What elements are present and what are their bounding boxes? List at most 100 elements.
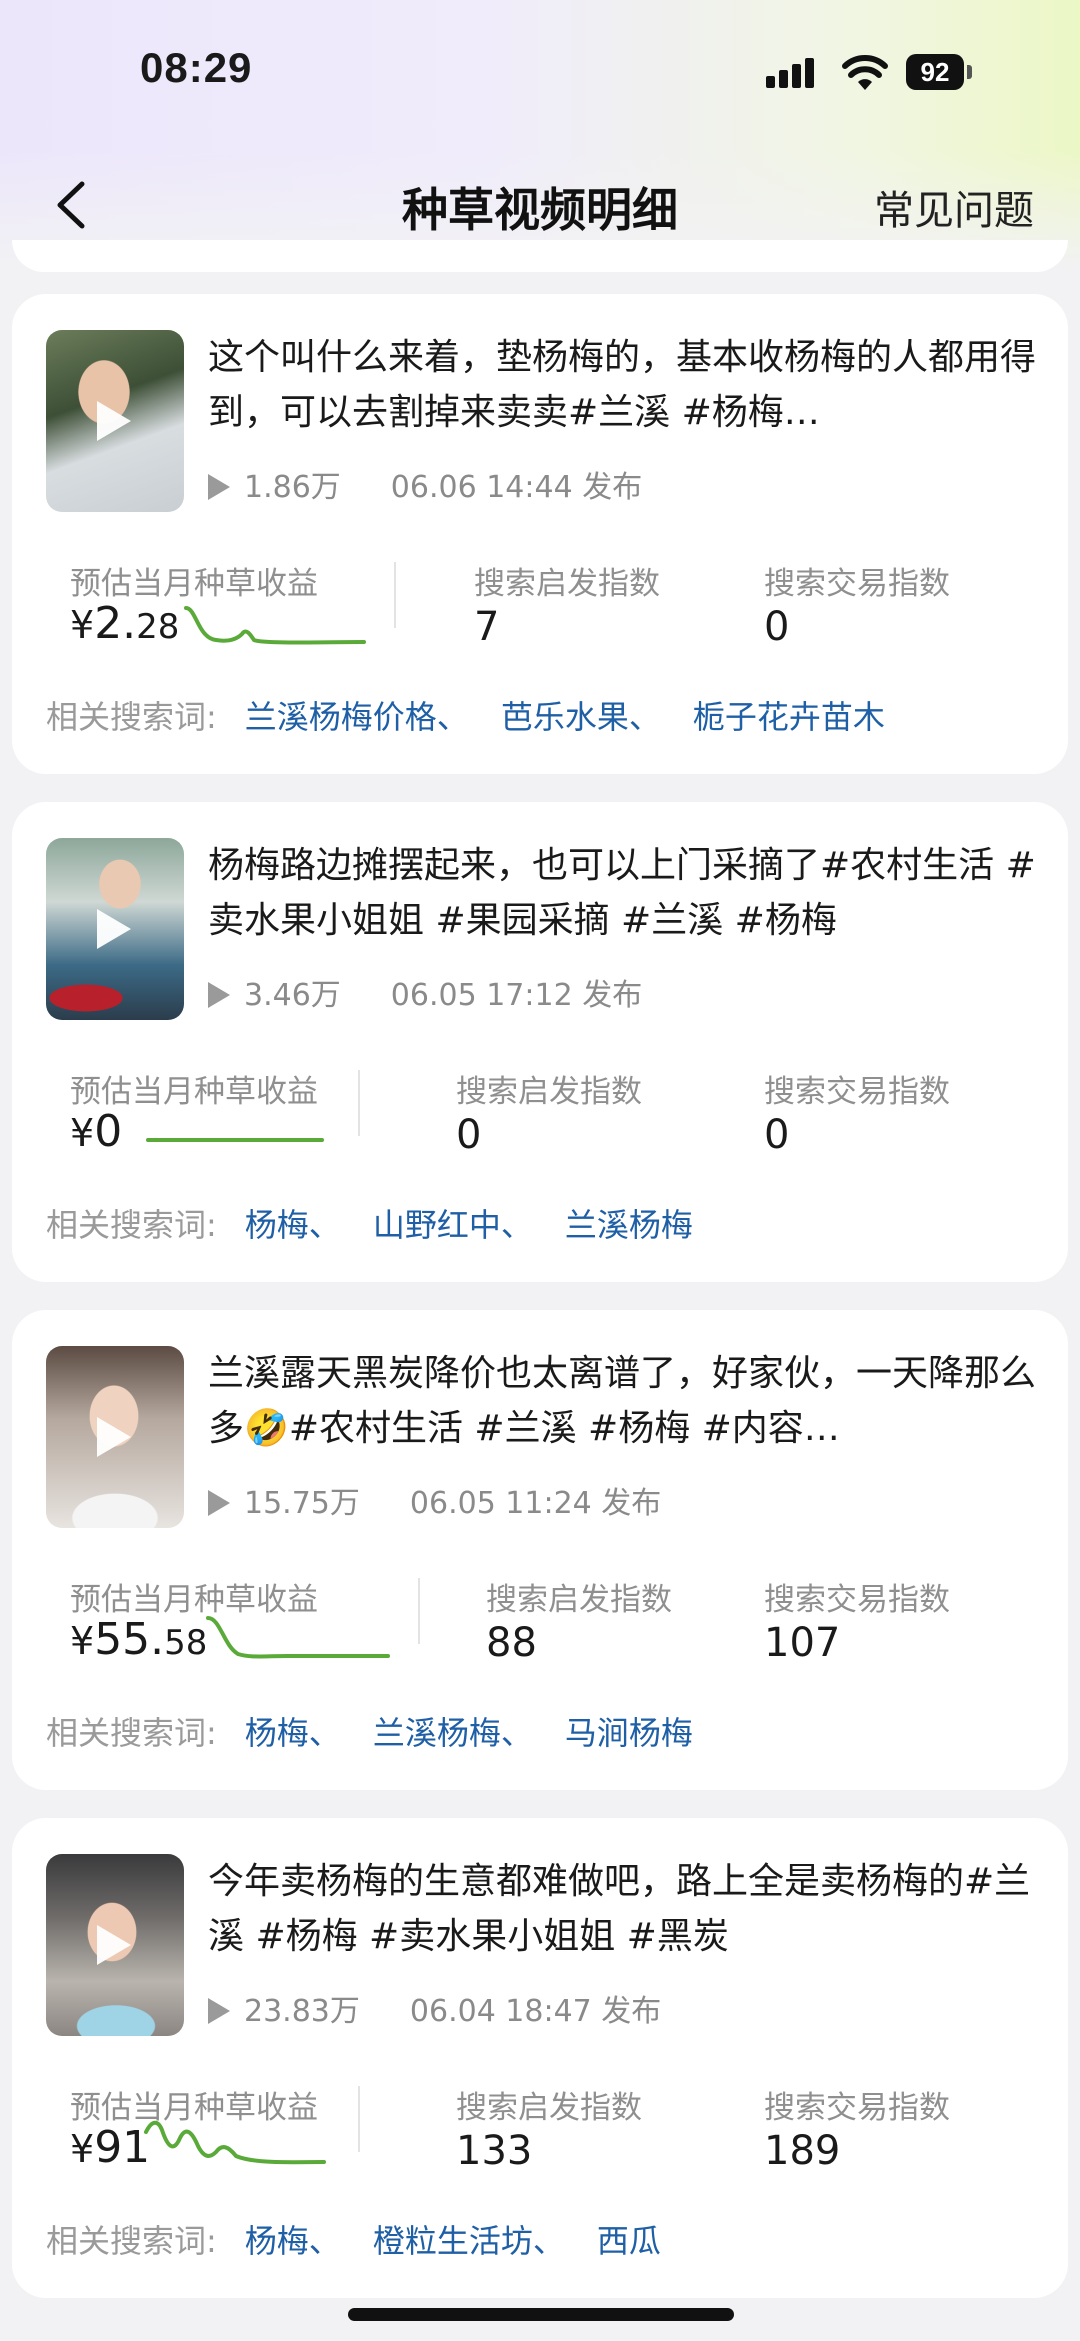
search-trade-value: 189 [764,2128,841,2174]
video-title[interactable]: 今年卖杨梅的生意都难做吧，路上全是卖杨梅的#兰溪 #杨梅 #卖水果小姐姐 #黑炭 [208,1854,1038,1964]
income-value: ¥55.58 [70,1614,207,1665]
keyword-link[interactable]: 杨梅、 [245,2222,341,2260]
search-trade-value: 0 [764,604,790,650]
income-label: 预估当月种草收益 [70,1074,318,1110]
video-meta: 1.86万 06.06 14:44 发布 [208,462,642,506]
view-count: 3.46万 [244,978,341,1013]
income-currency: ¥ [70,1111,95,1155]
income-value: ¥2.28 [70,598,179,649]
video-thumbnail[interactable] [46,1346,184,1528]
income-currency: ¥ [70,1619,95,1663]
keyword-link[interactable]: 杨梅、 [245,1206,341,1244]
views-play-icon [208,1998,230,2024]
search-inspire-value: 133 [456,2128,533,2174]
income-label: 预估当月种草收益 [70,566,318,602]
video-title[interactable]: 兰溪露天黑炭降价也太离谱了，好家伙，一天降那么多🤣#农村生活 #兰溪 #杨梅 #… [208,1346,1038,1456]
metric-divider [358,2086,360,2152]
income-trend-sparkline [184,606,366,645]
income-int: 2. [94,598,137,649]
income-label: 预估当月种草收益 [70,1582,318,1618]
keywords-label: 相关搜索词: [46,1714,217,1752]
keywords-label: 相关搜索词: [46,698,217,736]
status-bar: 08:29 92 [0,0,1080,150]
battery-icon: 92 [906,54,964,90]
metric-divider [418,1578,420,1644]
income-value: ¥91 [70,2122,150,2173]
video-title[interactable]: 杨梅路边摊摆起来，也可以上门采摘了#农村生活 #卖水果小姐姐 #果园采摘 #兰溪… [208,838,1038,948]
income-value: ¥0 [70,1106,122,1157]
status-time: 08:29 [140,44,253,91]
metric-divider [358,1070,360,1136]
video-meta: 3.46万 06.05 17:12 发布 [208,970,642,1014]
views-play-icon [208,982,230,1008]
views-play-icon [208,474,230,500]
cellular-signal-icon [766,58,814,88]
play-icon [97,1417,131,1457]
play-icon [97,1925,131,1965]
battery-cap [967,65,972,79]
video-card[interactable]: 这个叫什么来着，垫杨梅的，基本收杨梅的人都用得到，可以去割掉来卖卖#兰溪 #杨梅… [12,294,1068,774]
search-trade-value: 107 [764,1620,841,1666]
keyword-link[interactable]: 马涧杨梅 [565,1714,693,1752]
income-trend-sparkline [206,1616,390,1659]
keyword-link[interactable]: 山野红中、 [373,1206,533,1244]
income-int: 91 [94,2122,151,2173]
keyword-link[interactable]: 杨梅、 [245,1714,341,1752]
keywords-row: 相关搜索词: 杨梅、 山野红中、 兰溪杨梅 [46,1200,725,1246]
income-dec: 58 [164,1623,208,1663]
keywords-label: 相关搜索词: [46,1206,217,1244]
metric-divider [394,562,396,628]
search-inspire-label: 搜索启发指数 [456,2090,642,2126]
video-thumbnail[interactable] [46,330,184,512]
previous-card-edge [12,240,1068,272]
keyword-link[interactable]: 芭乐水果、 [501,698,661,736]
income-int: 0 [94,1106,123,1157]
search-inspire-value: 7 [474,604,500,650]
views-play-icon [208,1490,230,1516]
search-inspire-label: 搜索启发指数 [486,1582,672,1618]
video-title[interactable]: 这个叫什么来着，垫杨梅的，基本收杨梅的人都用得到，可以去割掉来卖卖#兰溪 #杨梅… [208,330,1038,440]
keyword-link[interactable]: 西瓜 [597,2222,661,2260]
income-currency: ¥ [70,2127,95,2171]
keywords-row: 相关搜索词: 兰溪杨梅价格、 芭乐水果、 栀子花卉苗木 [46,692,917,738]
publish-date: 06.06 14:44 发布 [390,470,643,505]
home-indicator[interactable] [348,2308,734,2321]
publish-date: 06.05 17:12 发布 [390,978,643,1013]
view-count: 15.75万 [244,1486,360,1521]
keywords-row: 相关搜索词: 杨梅、 兰溪杨梅、 马涧杨梅 [46,1708,725,1754]
keyword-link[interactable]: 栀子花卉苗木 [693,698,885,736]
video-card[interactable]: 兰溪露天黑炭降价也太离谱了，好家伙，一天降那么多🤣#农村生活 #兰溪 #杨梅 #… [12,1310,1068,1790]
search-trade-value: 0 [764,1112,790,1158]
faq-link[interactable]: 常见问题 [874,178,1034,236]
publish-date: 06.05 11:24 发布 [409,1486,662,1521]
keywords-row: 相关搜索词: 杨梅、 橙粒生活坊、 西瓜 [46,2216,693,2262]
income-int: 55. [94,1614,165,1665]
search-inspire-label: 搜索启发指数 [474,566,660,602]
video-card[interactable]: 杨梅路边摊摆起来，也可以上门采摘了#农村生活 #卖水果小姐姐 #果园采摘 #兰溪… [12,802,1068,1282]
publish-date: 06.04 18:47 发布 [409,1994,662,2029]
view-count: 23.83万 [244,1994,360,2029]
video-thumbnail[interactable] [46,1854,184,2036]
search-trade-label: 搜索交易指数 [764,1074,950,1110]
income-trend-sparkline [146,1138,324,1142]
video-card[interactable]: 今年卖杨梅的生意都难做吧，路上全是卖杨梅的#兰溪 #杨梅 #卖水果小姐姐 #黑炭… [12,1818,1068,2298]
video-meta: 23.83万 06.04 18:47 发布 [208,1986,661,2030]
keyword-link[interactable]: 橙粒生活坊、 [373,2222,565,2260]
keyword-link[interactable]: 兰溪杨梅、 [373,1714,533,1752]
video-thumbnail[interactable] [46,838,184,1020]
keyword-link[interactable]: 兰溪杨梅 [565,1206,693,1244]
search-trade-label: 搜索交易指数 [764,1582,950,1618]
income-currency: ¥ [70,603,95,647]
keywords-label: 相关搜索词: [46,2222,217,2260]
wifi-icon [842,55,888,90]
search-inspire-value: 0 [456,1112,482,1158]
income-trend-sparkline [144,2120,326,2165]
income-dec: 28 [136,607,180,647]
play-icon [97,401,131,441]
keyword-link[interactable]: 兰溪杨梅价格、 [245,698,469,736]
search-inspire-value: 88 [486,1620,537,1666]
play-icon [97,909,131,949]
nav-bar: 种草视频明细 常见问题 [0,160,1080,250]
search-inspire-label: 搜索启发指数 [456,1074,642,1110]
search-trade-label: 搜索交易指数 [764,2090,950,2126]
